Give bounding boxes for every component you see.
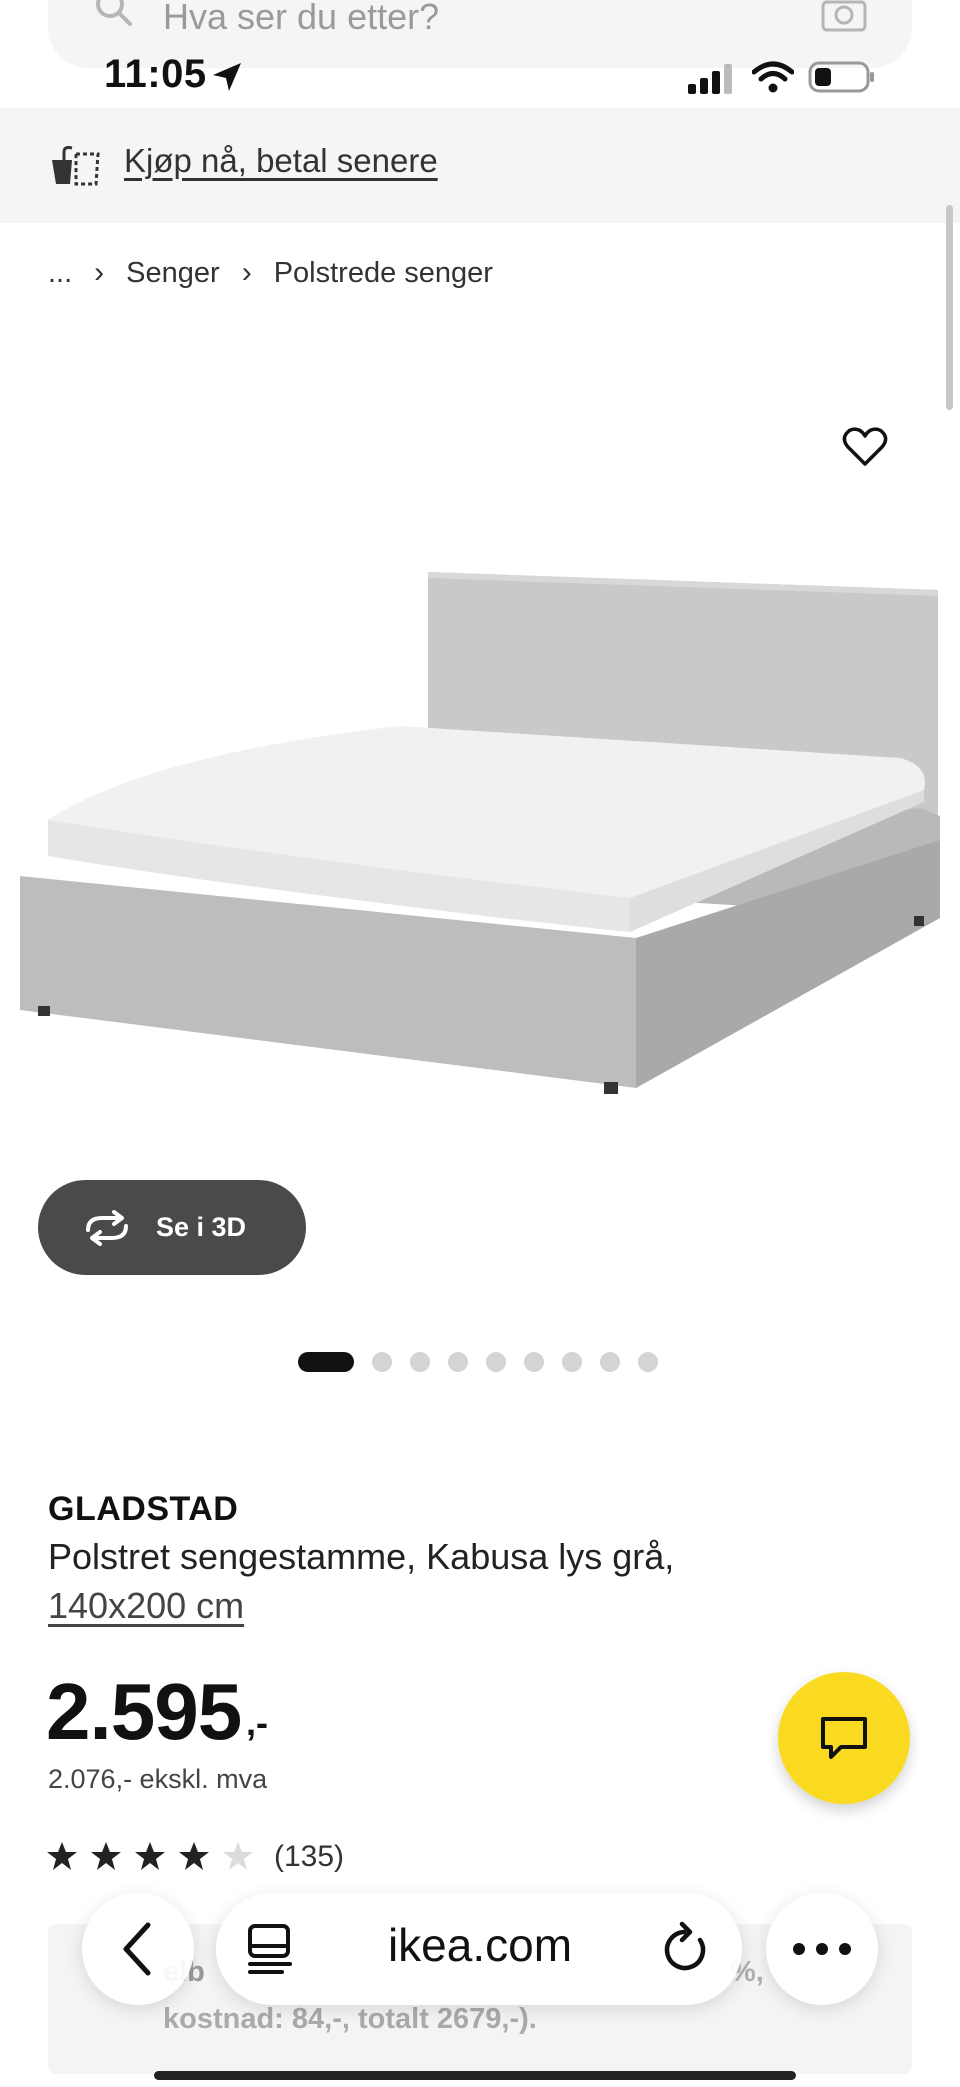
- location-arrow-icon: [213, 63, 241, 91]
- product-image[interactable]: [0, 540, 960, 1180]
- product-price: 2.595: [46, 1667, 242, 1756]
- carousel-dot[interactable]: [410, 1352, 430, 1372]
- camera-icon[interactable]: [820, 0, 868, 32]
- chevron-right-icon: ›: [94, 256, 105, 289]
- reader-mode-icon[interactable]: [246, 1922, 296, 1976]
- breadcrumb-item-senger[interactable]: Senger: [126, 257, 220, 290]
- buy-now-pay-later-link[interactable]: Kjøp nå, betal senere: [124, 142, 438, 180]
- carousel-dot[interactable]: [372, 1352, 392, 1372]
- carousel-dot[interactable]: [448, 1352, 468, 1372]
- carousel-dot[interactable]: [298, 1352, 354, 1372]
- price-suffix: ,-: [246, 1702, 268, 1743]
- star-filled-icon: [91, 1842, 121, 1870]
- reload-icon[interactable]: [660, 1920, 712, 1976]
- battery-icon: [808, 61, 874, 93]
- heart-icon[interactable]: [842, 424, 888, 470]
- view-3d-button[interactable]: Se i 3D: [38, 1180, 306, 1275]
- payment-info-cost: kostnad: 84,-, totalt 2679,-).: [163, 2003, 537, 2035]
- chat-button[interactable]: [778, 1672, 910, 1804]
- browser-back-button[interactable]: [82, 1893, 194, 2005]
- chevron-right-icon: ›: [241, 256, 252, 289]
- home-indicator[interactable]: [154, 2071, 796, 2080]
- shopping-bag-icon: [52, 146, 100, 186]
- star-filled-icon: [135, 1842, 165, 1870]
- carousel-dot[interactable]: [638, 1352, 658, 1372]
- image-carousel-indicator[interactable]: [298, 1352, 658, 1372]
- chat-bubble-icon: [821, 1717, 867, 1759]
- carousel-dot[interactable]: [486, 1352, 506, 1372]
- search-icon: [96, 0, 132, 26]
- carousel-dot[interactable]: [524, 1352, 544, 1372]
- more-dots-icon: [793, 1943, 851, 1955]
- search-input[interactable]: Hva ser du etter?: [163, 0, 439, 35]
- product-name: GLADSTAD: [48, 1490, 239, 1528]
- carousel-dot[interactable]: [600, 1352, 620, 1372]
- breadcrumb: ... › Senger › Polstrede senger: [48, 256, 493, 290]
- star-filled-icon: [179, 1842, 209, 1870]
- cellular-signal-icon: [688, 64, 732, 94]
- carousel-dot[interactable]: [562, 1352, 582, 1372]
- star-empty-icon: [223, 1842, 253, 1870]
- rating-stars[interactable]: [46, 1840, 254, 1872]
- status-time: 11:05: [104, 52, 207, 96]
- browser-domain[interactable]: ikea.com: [340, 1918, 620, 1972]
- rotate-3d-icon: [86, 1209, 128, 1246]
- wifi-icon: [752, 61, 794, 93]
- star-filled-icon: [47, 1842, 77, 1870]
- price-excl-vat: 2.076,- ekskl. mva: [48, 1764, 268, 1794]
- chevron-left-icon: [123, 1922, 151, 1976]
- browser-more-button[interactable]: [766, 1893, 878, 2005]
- product-size-link[interactable]: 140x200 cm: [48, 1585, 244, 1627]
- view-3d-label: Se i 3D: [156, 1212, 247, 1242]
- review-count[interactable]: (135): [274, 1840, 344, 1874]
- product-description: Polstret sengestamme, Kabusa lys grå,: [48, 1536, 675, 1577]
- scrollbar[interactable]: [946, 205, 953, 410]
- breadcrumb-ellipsis[interactable]: ...: [48, 257, 72, 290]
- breadcrumb-item-polstrede-senger[interactable]: Polstrede senger: [274, 257, 493, 290]
